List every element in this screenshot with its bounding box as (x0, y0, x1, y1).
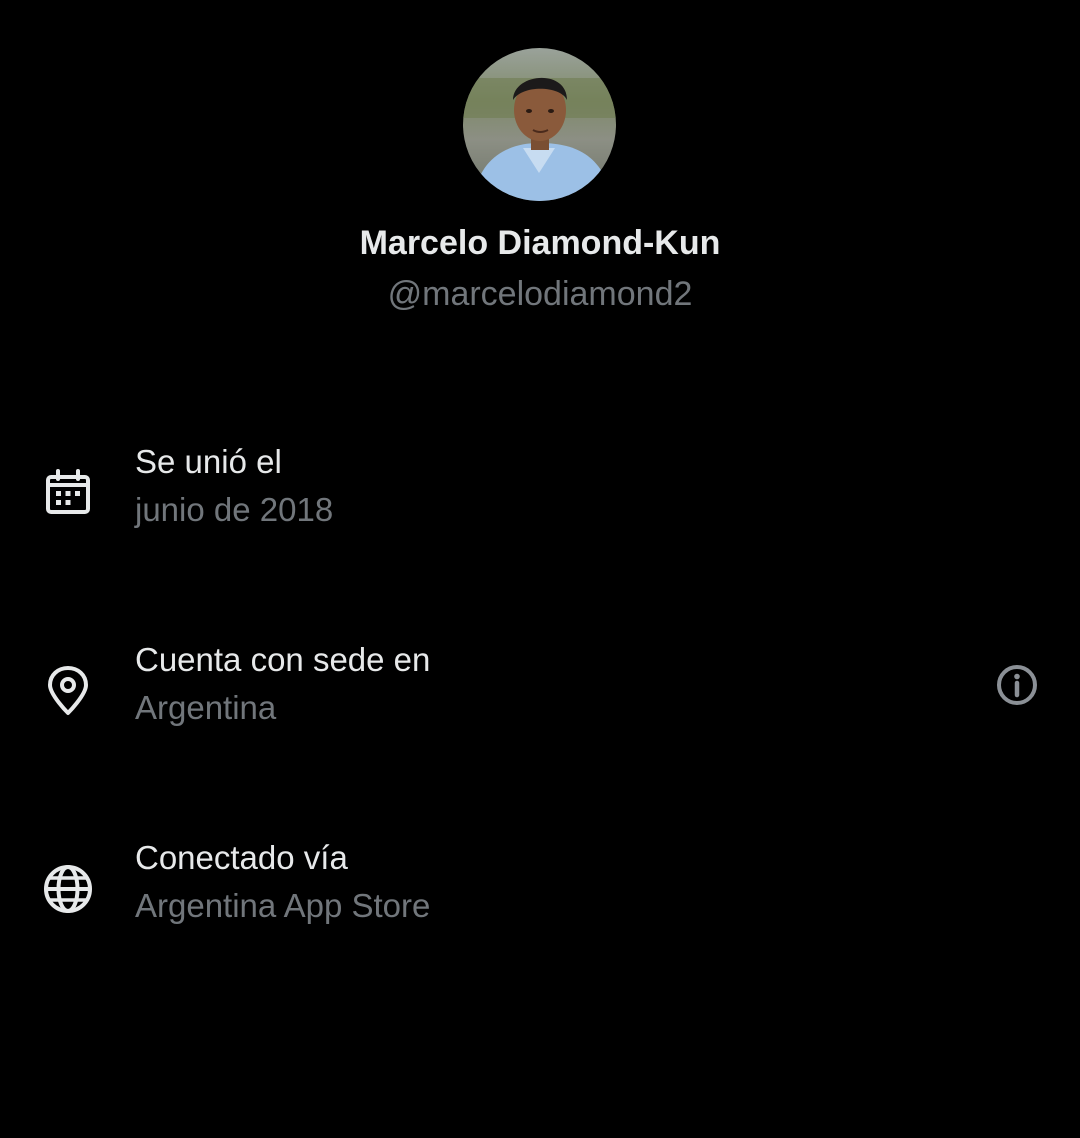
detail-label-connected: Conectado vía (135, 839, 348, 876)
profile-display-name: Marcelo Diamond-Kun (359, 224, 721, 262)
profile-handle: @marcelodiamond2 (387, 275, 693, 313)
detail-label-location: Cuenta con sede en (135, 641, 431, 678)
detail-value-location: Argentina (135, 689, 277, 726)
detail-value-connected: Argentina App Store (135, 887, 431, 924)
detail-row-location: Cuenta con sede en Argentina (0, 639, 1080, 749)
calendar-icon (40, 465, 96, 521)
detail-value-joined: junio de 2018 (135, 491, 334, 528)
detail-row-joined: Se unió el junio de 2018 (0, 441, 1080, 551)
info-icon[interactable] (993, 661, 1041, 709)
detail-label-joined: Se unió el (135, 443, 282, 480)
globe-icon (40, 861, 96, 917)
profile-avatar (463, 48, 616, 201)
location-pin-icon (40, 663, 96, 719)
detail-row-connected: Conectado vía Argentina App Store (0, 837, 1080, 947)
